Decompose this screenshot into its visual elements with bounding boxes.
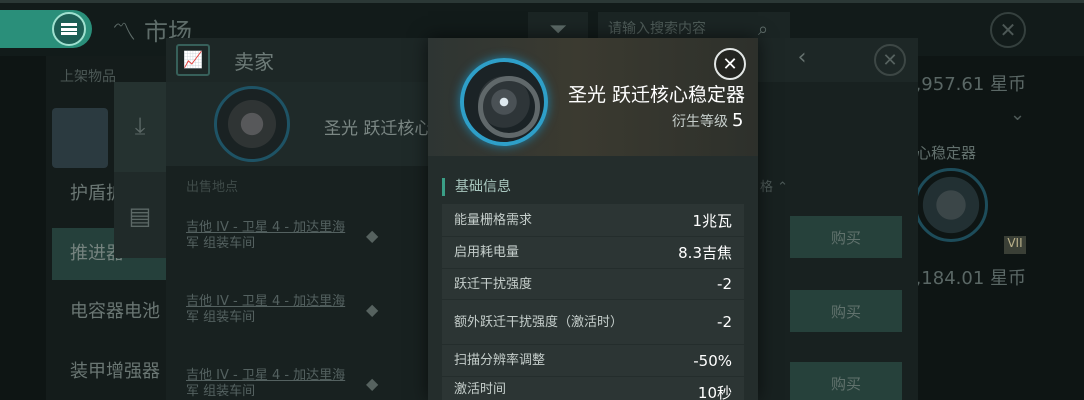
listed-items-header: 上架物品: [60, 69, 116, 85]
column-header-location: 出售地点: [186, 180, 239, 195]
side-tab-clipboard[interactable]: ▤: [114, 172, 166, 258]
close-icon: ✕: [882, 49, 898, 71]
attribute-value: -50%: [693, 351, 732, 370]
chart-icon: 📈: [176, 44, 210, 76]
route-icon[interactable]: ◆: [366, 300, 390, 320]
route-icon[interactable]: ◆: [366, 374, 390, 394]
attribute-label: 额外跃迁干扰强度（激活时）: [454, 314, 624, 330]
attribute-label: 扫描分辨率调整: [454, 353, 546, 368]
menu-icon: [52, 12, 86, 46]
attribute-label: 能量栅格需求: [454, 212, 533, 228]
attribute-row: 能量栅格需求 1兆瓦: [442, 204, 744, 236]
close-detail-button[interactable]: ✕: [714, 48, 746, 80]
close-icon: ✕: [999, 18, 1017, 42]
menu-button[interactable]: [0, 10, 92, 48]
attribute-value: 8.3吉焦: [678, 244, 732, 262]
detail-item-name: 圣光 跃迁核心稳定器: [568, 84, 746, 106]
search-icon[interactable]: ⌕: [758, 19, 768, 40]
seller-title: 卖家: [234, 50, 274, 74]
route-icon[interactable]: ◆: [366, 226, 390, 246]
sell-location[interactable]: 吉他 IV - 卫星 4 - 加达里海军 组装车间: [186, 294, 345, 326]
buy-button[interactable]: 购买: [790, 290, 902, 332]
category-item[interactable]: 电容器电池: [52, 286, 166, 338]
attribute-label: 跃迁干扰强度: [454, 276, 533, 292]
side-tab-download[interactable]: ⤓: [114, 82, 166, 172]
module-icon[interactable]: [214, 86, 290, 162]
attribute-label: 启用耗电量: [454, 245, 520, 260]
attribute-row: 额外跃迁干扰强度（激活时） -2: [442, 300, 744, 344]
category-item[interactable]: 装甲增强器: [52, 346, 166, 398]
download-icon: ⤓: [134, 112, 146, 140]
section-title: 基础信息: [442, 178, 511, 196]
buy-button[interactable]: 购买: [790, 216, 902, 258]
tier-badge: VII: [1004, 236, 1026, 254]
buy-button[interactable]: 购买: [790, 362, 902, 400]
top-divider: [0, 0, 1084, 3]
chart-icon: 〽: [112, 18, 136, 46]
attribute-row: 跃迁干扰强度 -2: [442, 269, 744, 299]
attribute-row: 激活时间 10秒: [442, 377, 744, 400]
attribute-value: -2: [717, 275, 732, 293]
attribute-row: 扫描分辨率调整 -50%: [442, 345, 744, 376]
module-thumbnail[interactable]: [52, 108, 108, 168]
right-item-name: 心稳定器: [916, 144, 977, 162]
chevron-down-icon[interactable]: ⌄: [1010, 104, 1025, 125]
sell-location[interactable]: 吉他 IV - 卫星 4 - 加达里海军 组装车间: [186, 368, 345, 400]
sell-location[interactable]: 吉他 IV - 卫星 4 - 加达里海军 组装车间: [186, 220, 345, 252]
attribute-value: 10秒: [697, 384, 732, 400]
module-icon: [460, 58, 548, 146]
column-header-price[interactable]: 格 ⌃: [760, 176, 788, 195]
right-price: 4,184.01 星币: [904, 268, 1026, 289]
close-icon: ✕: [722, 53, 738, 75]
item-name: 圣光 跃迁核心: [324, 119, 432, 139]
close-seller-button[interactable]: ✕: [874, 44, 906, 76]
attribute-value: -2: [717, 313, 732, 331]
attribute-row: 启用耗电量 8.3吉焦: [442, 237, 744, 268]
clipboard-icon: ▤: [128, 202, 152, 230]
back-icon[interactable]: ‹: [790, 46, 814, 70]
attribute-label: 激活时间: [454, 382, 507, 397]
close-market-button[interactable]: ✕: [990, 12, 1026, 48]
module-icon[interactable]: [914, 168, 988, 242]
right-price: 4,957.61 星币: [904, 74, 1026, 95]
attribute-value: 1兆瓦: [692, 211, 732, 230]
derivation-level: 衍生等级 5: [672, 110, 744, 131]
